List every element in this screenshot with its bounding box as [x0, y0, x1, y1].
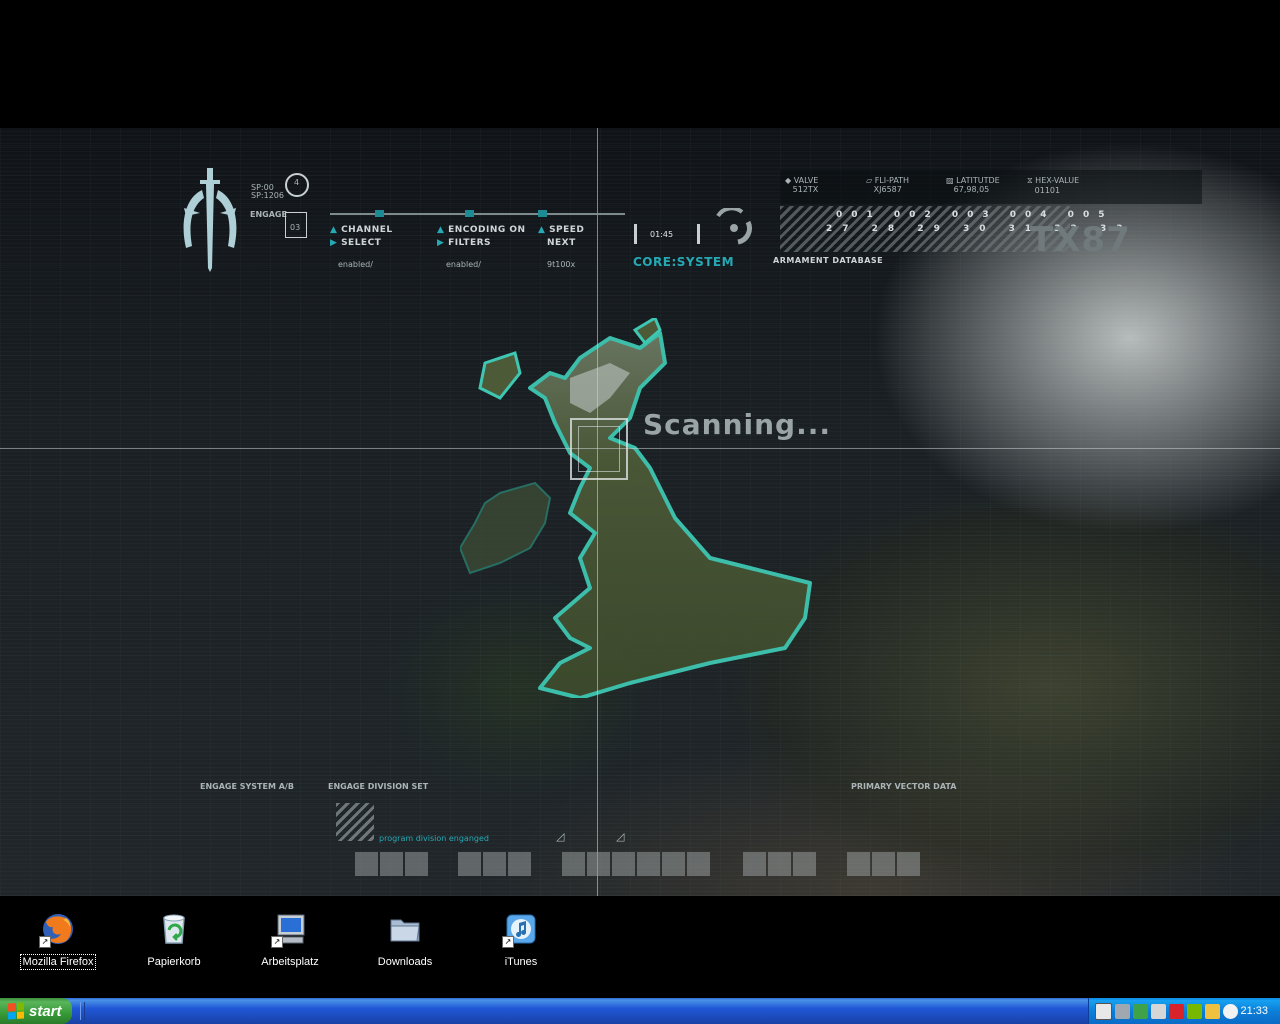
armament-database: ARMAMENT DATABASE [773, 256, 884, 265]
firefox-icon: ↗ [39, 912, 75, 948]
crosshair-vertical [597, 128, 598, 896]
segment [793, 852, 816, 876]
sp-line-2: SP:1206 [251, 191, 284, 200]
segment [662, 852, 685, 876]
start-button[interactable]: start [0, 998, 72, 1024]
windows-logo-icon [8, 1002, 24, 1020]
desktop-icon-label: Mozilla Firefox [19, 954, 97, 970]
taskbar: start 21:33 [0, 998, 1280, 1024]
desktop-icon-label: iTunes [504, 956, 538, 968]
desktop-icon-recycle-bin[interactable]: Papierkorb [128, 912, 220, 969]
dial-value: 4 [294, 178, 300, 187]
segment [355, 852, 378, 876]
control-speed: ▲ SPEED [538, 225, 585, 235]
shortcut-arrow-icon: ↗ [39, 936, 51, 948]
hatch-block [336, 803, 374, 841]
engage-label: ENGAGE [250, 210, 287, 219]
segment [768, 852, 791, 876]
segment [562, 852, 585, 876]
marker-2-icon: ◿ [616, 830, 625, 843]
segment [637, 852, 660, 876]
scanning-text: Scanning... [643, 408, 832, 441]
segment [847, 852, 870, 876]
clock[interactable]: 21:33 [1241, 1005, 1269, 1017]
itunes-icon: ↗ [502, 912, 538, 948]
engage-value: 03 [290, 223, 301, 232]
network-icon[interactable] [1114, 1003, 1130, 1019]
control-select: ▶ SELECT [330, 238, 382, 248]
recycle-bin-icon [157, 912, 191, 946]
desktop-icon-itunes[interactable]: ↗ iTunes [475, 912, 567, 969]
control-status-2: enabled/ [446, 260, 481, 269]
control-encoding: ▲ ENCODING ON [437, 225, 526, 235]
segment-group-3 [562, 852, 710, 876]
segment-group-5 [847, 852, 920, 876]
desktop-icon-downloads[interactable]: Downloads [359, 912, 451, 969]
messenger-icon[interactable] [1222, 1003, 1238, 1019]
target-reticle [570, 418, 628, 480]
radar-icon [716, 208, 752, 245]
control-status-3: 9t100x [547, 260, 576, 269]
segment [458, 852, 481, 876]
track-marker-3 [538, 210, 547, 217]
desktop-icon-label: Downloads [377, 956, 433, 968]
program-division: program division enganged [379, 834, 489, 843]
segment [743, 852, 766, 876]
segment-group-2 [458, 852, 531, 876]
update-icon[interactable] [1132, 1003, 1148, 1019]
segment [380, 852, 403, 876]
safely-remove-icon[interactable] [1204, 1003, 1220, 1019]
segment [587, 852, 610, 876]
uk-map [460, 318, 812, 698]
control-status-1: enabled/ [338, 260, 373, 269]
segment-group-1 [355, 852, 428, 876]
engage-division: ENGAGE DIVISION SET [328, 782, 429, 791]
start-label: start [29, 1002, 62, 1020]
shortcut-arrow-icon: ↗ [502, 936, 514, 948]
segment [508, 852, 531, 876]
system-tray: 21:33 [1088, 998, 1280, 1024]
core-system: CORE:SYSTEM [633, 255, 735, 269]
desktop-wallpaper: Scanning... SP:00 SP:1206 4 ENGAGE 03 ▲ … [0, 128, 1280, 896]
stat-hex: ⧖ HEX-VALUE 01101 [1027, 176, 1080, 195]
marker-1-icon: ◿ [556, 830, 565, 843]
nvidia-icon[interactable] [1186, 1003, 1202, 1019]
my-computer-icon: ↗ [271, 912, 307, 948]
tx-code: TX87 [1030, 220, 1131, 260]
desktop-icon-label: Arbeitsplatz [261, 956, 319, 968]
stat-flipath: ▱ FLI-PATH XJ6587 [866, 176, 910, 194]
segment [612, 852, 635, 876]
antivirus-icon[interactable] [1095, 1002, 1112, 1020]
stat-valve: ◆ VALVE 512TX [785, 176, 819, 194]
avira-icon[interactable] [1168, 1003, 1184, 1019]
engage-system: ENGAGE SYSTEM A/B [200, 782, 294, 791]
control-channel: ▲ CHANNEL [330, 225, 393, 235]
taskbar-separator [80, 1002, 85, 1020]
segment [483, 852, 506, 876]
segment [872, 852, 895, 876]
segment [687, 852, 710, 876]
desktop-icon-firefox[interactable]: ↗ Mozilla Firefox [12, 912, 104, 970]
timer: 01:45 [650, 230, 674, 239]
volume-icon[interactable] [1150, 1003, 1166, 1019]
number-row-top: 001 002 003 004 005 [836, 210, 1114, 220]
desktop-icon-my-computer[interactable]: ↗ Arbeitsplatz [244, 912, 336, 969]
track-marker-1 [375, 210, 384, 217]
control-next: NEXT [547, 238, 576, 248]
track-marker-2 [465, 210, 474, 217]
segment [897, 852, 920, 876]
sword-emblem-icon [183, 168, 237, 272]
segment [405, 852, 428, 876]
shortcut-arrow-icon: ↗ [271, 936, 283, 948]
desktop-icon-label: Papierkorb [147, 956, 201, 968]
crosshair-horizontal [0, 448, 1280, 449]
primary-vector: PRIMARY VECTOR DATA [851, 782, 957, 791]
segment-group-4 [743, 852, 816, 876]
folder-icon [388, 912, 422, 946]
control-filters: ▶ FILTERS [437, 238, 492, 248]
stat-latitude: ▨ LATITUTDE 67,98,05 [946, 176, 1000, 194]
